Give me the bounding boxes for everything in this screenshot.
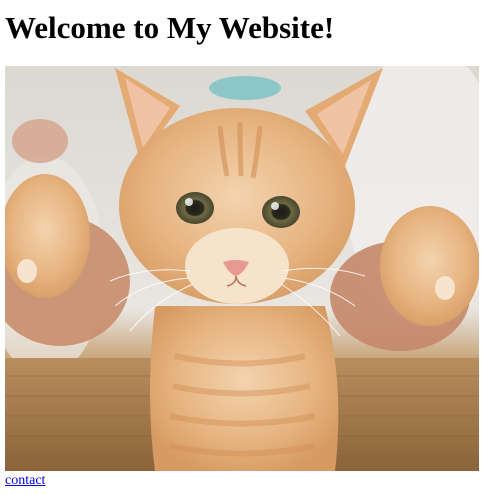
contact-line: contact	[5, 473, 45, 489]
page-title: Welcome to My Website!	[5, 10, 335, 45]
contact-link[interactable]: contact	[5, 473, 45, 488]
kitten-photo	[5, 66, 479, 471]
page-content: Welcome to My Website! contact	[5, 0, 489, 488]
